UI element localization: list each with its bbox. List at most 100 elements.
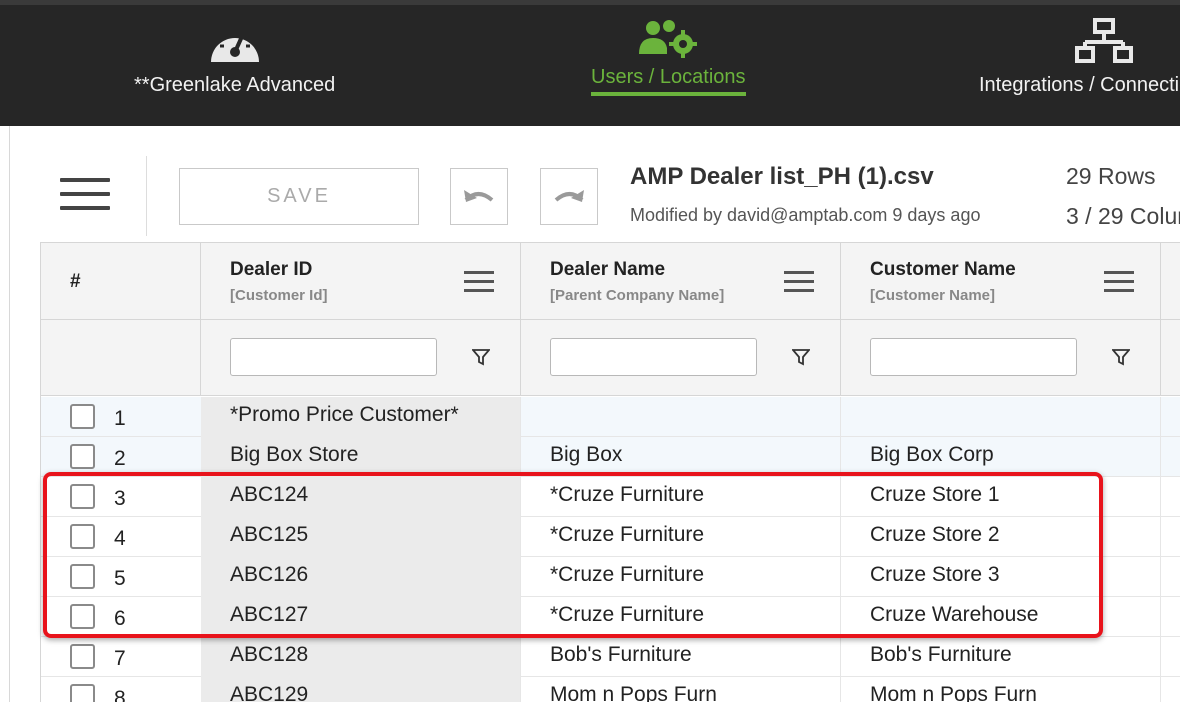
page-left-edge — [0, 126, 10, 702]
column-title: Dealer Name — [550, 259, 666, 280]
table-row[interactable]: 6 ABC127 *Cruze Furniture Cruze Warehous… — [41, 597, 1180, 637]
rows-count: 29 Rows — [1066, 163, 1156, 189]
cell-customer-name[interactable] — [841, 397, 1161, 437]
row-number: 6 — [114, 607, 126, 630]
row-checkbox[interactable] — [70, 684, 95, 702]
filter-input-dealer-name[interactable] — [550, 338, 757, 376]
column-title: Dealer ID — [230, 259, 313, 280]
column-menu-icon[interactable] — [464, 271, 494, 293]
filter-icon[interactable] — [472, 348, 490, 366]
filter-input-customer-name[interactable] — [870, 338, 1077, 376]
nav-item-greenlake-advanced[interactable]: **Greenlake Advanced — [134, 18, 335, 97]
network-icon — [1075, 18, 1133, 63]
table-row[interactable]: 7 ABC128 Bob's Furniture Bob's Furniture — [41, 637, 1180, 677]
cell-customer-name[interactable]: Mom n Pops Furn — [841, 677, 1161, 702]
rownum-header-label: # — [70, 271, 81, 292]
undo-icon — [464, 189, 494, 202]
columns-count: 3 / 29 Columns — [1066, 203, 1180, 229]
cell-dealer-name[interactable]: Bob's Furniture — [521, 637, 841, 677]
cell-dealer-name[interactable]: Mom n Pops Furn — [521, 677, 841, 702]
dashboard-gauge-icon — [210, 27, 259, 62]
filter-input-dealer-id[interactable] — [230, 338, 437, 376]
column-header-customer-name[interactable]: Customer Name [Customer Name] — [841, 243, 1161, 319]
column-header-dealer-id[interactable]: Dealer ID [Customer Id] — [201, 243, 521, 319]
row-checkbox[interactable] — [70, 604, 95, 629]
table-row[interactable]: 8 ABC129 Mom n Pops Furn Mom n Pops Furn — [41, 677, 1180, 702]
cell-customer-name[interactable]: Cruze Store 1 — [841, 477, 1161, 517]
row-checkbox[interactable] — [70, 444, 95, 469]
cell-dealer-name[interactable]: *Cruze Furniture — [521, 477, 841, 517]
grid-filter-row — [41, 320, 1180, 396]
cell-dealer-id[interactable]: ABC129 — [201, 677, 521, 702]
nav-item-integrations-connections[interactable]: Integrations / Connections — [979, 18, 1180, 97]
row-select-cell: 8 — [41, 677, 201, 702]
grid-header-row: # Dealer ID [Customer Id] Dealer Name [P… — [41, 243, 1180, 320]
cell-dealer-name[interactable]: Big Box — [521, 437, 841, 477]
nav-label: **Greenlake Advanced — [134, 74, 336, 96]
file-modified-text: Modified by david@amptab.com 9 days ago — [630, 205, 981, 225]
cell-dealer-id[interactable]: ABC128 — [201, 637, 521, 677]
cell-dealer-id[interactable]: ABC127 — [201, 597, 521, 637]
column-menu-icon[interactable] — [784, 271, 814, 293]
row-number: 7 — [114, 647, 126, 670]
cell-dealer-id[interactable]: ABC125 — [201, 517, 521, 557]
cell-customer-name[interactable]: Cruze Store 3 — [841, 557, 1161, 597]
column-subtitle: [Parent Company Name] — [550, 287, 725, 304]
cell-customer-name[interactable]: Cruze Warehouse — [841, 597, 1161, 637]
data-grid: # Dealer ID [Customer Id] Dealer Name [P… — [40, 242, 1180, 702]
table-row[interactable]: 2 Big Box Store Big Box Big Box Corp — [41, 437, 1180, 477]
cell-customer-name[interactable]: Cruze Store 2 — [841, 517, 1161, 557]
row-checkbox[interactable] — [70, 484, 95, 509]
file-title: AMP Dealer list_PH (1).csv — [630, 163, 934, 190]
undo-button[interactable] — [450, 168, 508, 225]
cell-dealer-name[interactable] — [521, 397, 841, 437]
row-select-cell: 2 — [41, 437, 201, 477]
top-navigation: **Greenlake Advanced Users / Locations I… — [0, 0, 1180, 126]
filter-icon[interactable] — [1112, 348, 1130, 366]
redo-button[interactable] — [540, 168, 598, 225]
active-tab-underline — [591, 92, 746, 96]
nav-label: Integrations / Connections — [979, 74, 1180, 96]
save-button[interactable]: SAVE — [179, 168, 419, 225]
cell-dealer-id[interactable]: ABC126 — [201, 557, 521, 597]
column-header-dealer-name[interactable]: Dealer Name [Parent Company Name] — [521, 243, 841, 319]
row-checkbox[interactable] — [70, 524, 95, 549]
cell-dealer-name[interactable]: *Cruze Furniture — [521, 597, 841, 637]
table-row[interactable]: 1 *Promo Price Customer* — [41, 397, 1180, 437]
column-menu-icon[interactable] — [1104, 271, 1134, 293]
column-subtitle: [Customer Name] — [870, 287, 996, 304]
cell-dealer-id[interactable]: ABC124 — [201, 477, 521, 517]
row-checkbox[interactable] — [70, 644, 95, 669]
filter-rownum-cell — [41, 320, 201, 395]
row-select-cell: 1 — [41, 397, 201, 437]
cell-customer-name[interactable]: Big Box Corp — [841, 437, 1161, 477]
filter-icon[interactable] — [792, 348, 810, 366]
table-row[interactable]: 5 ABC126 *Cruze Furniture Cruze Store 3 — [41, 557, 1180, 597]
filter-cell-dealer-id — [201, 320, 521, 395]
cell-dealer-name[interactable]: *Cruze Furniture — [521, 557, 841, 597]
row-number: 5 — [114, 567, 126, 590]
row-select-cell: 6 — [41, 597, 201, 637]
row-checkbox[interactable] — [70, 564, 95, 589]
table-row[interactable]: 3 ABC124 *Cruze Furniture Cruze Store 1 — [41, 477, 1180, 517]
cell-dealer-id[interactable]: Big Box Store — [201, 437, 521, 477]
row-number: 1 — [114, 407, 126, 430]
filter-cell-customer-name — [841, 320, 1161, 395]
cell-customer-name[interactable]: Bob's Furniture — [841, 637, 1161, 677]
row-number: 8 — [114, 687, 126, 702]
column-subtitle: [Customer Id] — [230, 287, 328, 304]
top-hairline — [0, 0, 1180, 5]
row-number: 2 — [114, 447, 126, 470]
nav-label: Users / Locations — [591, 66, 746, 88]
column-title: Customer Name — [870, 259, 1016, 280]
table-row[interactable]: 4 ABC125 *Cruze Furniture Cruze Store 2 — [41, 517, 1180, 557]
cell-dealer-id[interactable]: *Promo Price Customer* — [201, 397, 521, 437]
nav-item-users-locations[interactable]: Users / Locations — [591, 18, 746, 96]
cell-dealer-name[interactable]: *Cruze Furniture — [521, 517, 841, 557]
row-number: 3 — [114, 487, 126, 510]
redo-icon — [554, 189, 584, 202]
row-select-cell: 7 — [41, 637, 201, 677]
main-menu-icon[interactable] — [60, 178, 110, 214]
row-checkbox[interactable] — [70, 404, 95, 429]
filter-cell-dealer-name — [521, 320, 841, 395]
